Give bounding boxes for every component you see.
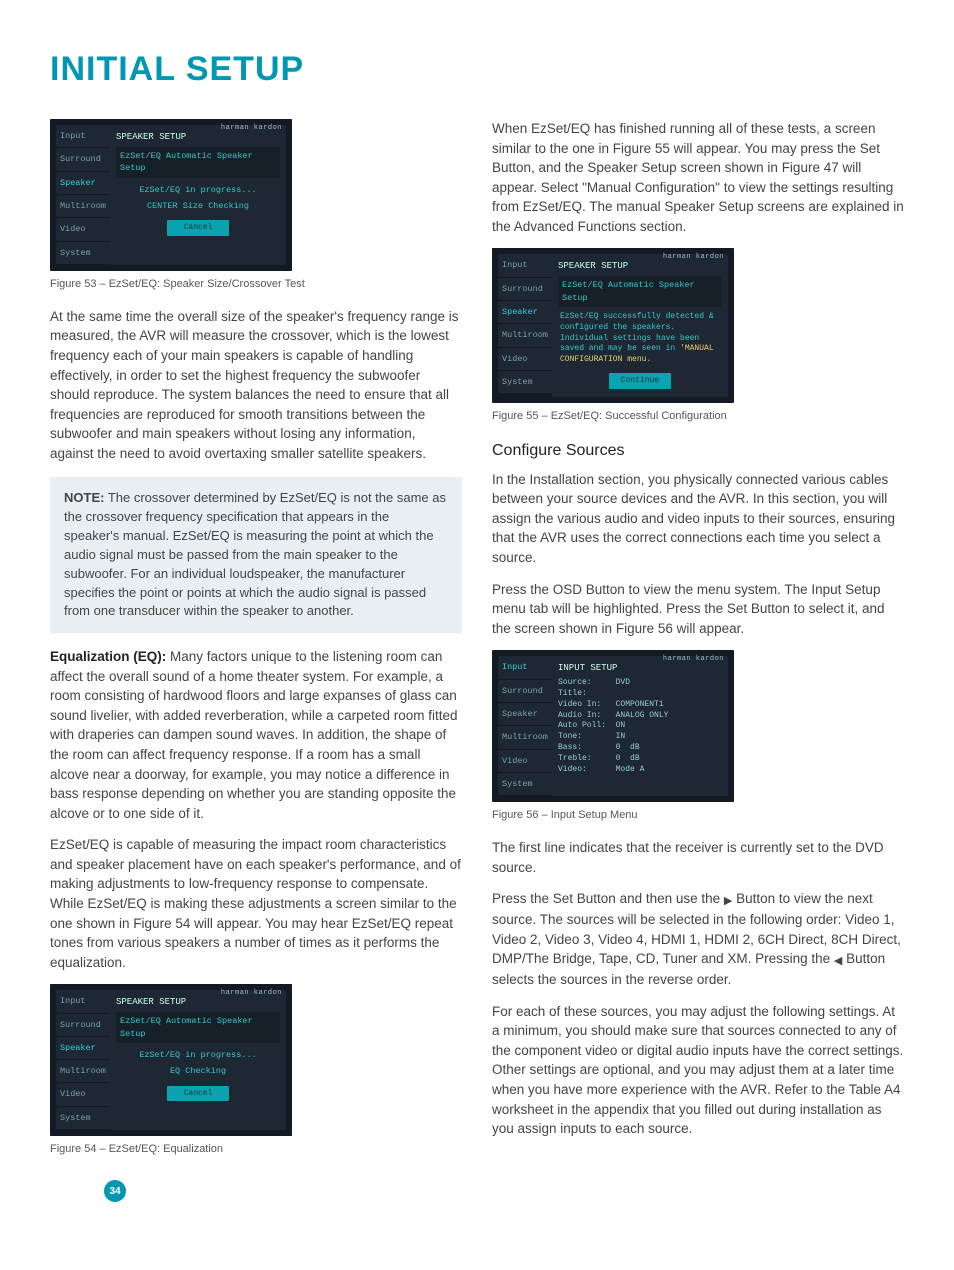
osd-tab-surround: Surround <box>56 148 110 170</box>
note-text: The crossover determined by EzSet/EQ is … <box>64 490 446 618</box>
osd-status-line: CENTER Size Checking <box>116 198 280 214</box>
figure-55-screenshot: harman kardon Input Surround Speaker Mul… <box>492 248 734 402</box>
configure-sources-heading: Configure Sources <box>492 439 904 462</box>
page-number-badge: 34 <box>104 1180 126 1202</box>
body-paragraph: At the same time the overall size of the… <box>50 307 462 464</box>
body-paragraph: Press the OSD Button to view the menu sy… <box>492 580 904 639</box>
osd-tab-input: Input <box>498 254 552 276</box>
osd-tabs: Input Surround Speaker Multiroom Video S… <box>498 254 552 396</box>
brand-label: harman kardon <box>663 252 724 262</box>
osd-tab-input: Input <box>56 990 110 1012</box>
body-paragraph: For each of these sources, you may adjus… <box>492 1002 904 1139</box>
cancel-button: Cancel <box>167 220 229 236</box>
osd-tab-surround: Surround <box>498 680 552 702</box>
body-paragraph: EzSet/EQ is capable of measuring the imp… <box>50 835 462 972</box>
osd-tab-multiroom: Multiroom <box>56 1060 110 1082</box>
page-title: INITIAL SETUP <box>50 50 904 89</box>
note-box: NOTE: The crossover determined by EzSet/… <box>50 477 462 633</box>
figure-56-caption: Figure 56 – Input Setup Menu <box>492 808 904 824</box>
osd-tab-surround: Surround <box>498 278 552 300</box>
osd-tab-system: System <box>56 1107 110 1129</box>
osd-key-value-list: Source: DVD Title: Video In: COMPONENT1 … <box>558 678 722 775</box>
osd-subtitle: EzSet/EQ Automatic Speaker Setup <box>116 1012 280 1043</box>
osd-message: EzSet/EQ successfully detected & configu… <box>558 311 722 367</box>
brand-label: harman kardon <box>221 988 282 998</box>
osd-subtitle: EzSet/EQ Automatic Speaker Setup <box>116 147 280 178</box>
body-paragraph: Press the Set Button and then use the ▶ … <box>492 889 904 990</box>
body-paragraph: When EzSet/EQ has finished running all o… <box>492 119 904 236</box>
osd-tab-system: System <box>56 242 110 264</box>
brand-label: harman kardon <box>663 654 724 664</box>
osd-tabs: Input Surround Speaker Multiroom Video S… <box>498 656 552 796</box>
figure-55-caption: Figure 55 – EzSet/EQ: Successful Configu… <box>492 409 904 425</box>
figure-53-caption: Figure 53 – EzSet/EQ: Speaker Size/Cross… <box>50 277 462 293</box>
equalization-label: Equalization (EQ): <box>50 649 166 664</box>
cancel-button: Cancel <box>167 1086 229 1102</box>
osd-tab-system: System <box>498 773 552 795</box>
brand-label: harman kardon <box>221 123 282 133</box>
osd-tabs: Input Surround Speaker Multiroom Video S… <box>56 125 110 265</box>
figure-56-screenshot: harman kardon Input Surround Speaker Mul… <box>492 650 734 802</box>
osd-subtitle: EzSet/EQ Automatic Speaker Setup <box>558 276 722 307</box>
osd-tab-multiroom: Multiroom <box>498 324 552 346</box>
figure-54-caption: Figure 54 – EzSet/EQ: Equalization <box>50 1142 462 1158</box>
osd-tab-input: Input <box>56 125 110 147</box>
osd-tab-multiroom: Multiroom <box>56 195 110 217</box>
osd-status-line: EzSet/EQ in progress... <box>116 182 280 198</box>
osd-tab-speaker: Speaker <box>56 1037 110 1059</box>
equalization-text: Many factors unique to the listening roo… <box>50 649 457 821</box>
osd-tab-video: Video <box>56 218 110 240</box>
osd-tab-video: Video <box>56 1083 110 1105</box>
body-paragraph: The first line indicates that the receiv… <box>492 838 904 877</box>
body-paragraph: Equalization (EQ): Many factors unique t… <box>50 647 462 823</box>
osd-tab-speaker: Speaker <box>498 301 552 323</box>
osd-tab-system: System <box>498 371 552 393</box>
continue-button: Continue <box>609 373 671 389</box>
right-column: When EzSet/EQ has finished running all o… <box>492 119 904 1172</box>
figure-54-screenshot: harman kardon Input Surround Speaker Mul… <box>50 984 292 1136</box>
osd-tab-video: Video <box>498 750 552 772</box>
osd-tab-speaker: Speaker <box>56 172 110 194</box>
note-label: NOTE: <box>64 490 104 505</box>
osd-status-line: EzSet/EQ in progress... <box>116 1047 280 1063</box>
left-column: harman kardon Input Surround Speaker Mul… <box>50 119 462 1172</box>
osd-tab-video: Video <box>498 348 552 370</box>
osd-tabs: Input Surround Speaker Multiroom Video S… <box>56 990 110 1130</box>
osd-tab-surround: Surround <box>56 1014 110 1036</box>
two-column-layout: harman kardon Input Surround Speaker Mul… <box>50 119 904 1172</box>
osd-status-line: EQ Checking <box>116 1063 280 1079</box>
osd-tab-speaker: Speaker <box>498 703 552 725</box>
figure-53-screenshot: harman kardon Input Surround Speaker Mul… <box>50 119 292 271</box>
osd-tab-multiroom: Multiroom <box>498 726 552 748</box>
body-paragraph: In the Installation section, you physica… <box>492 470 904 568</box>
osd-tab-input: Input <box>498 656 552 678</box>
